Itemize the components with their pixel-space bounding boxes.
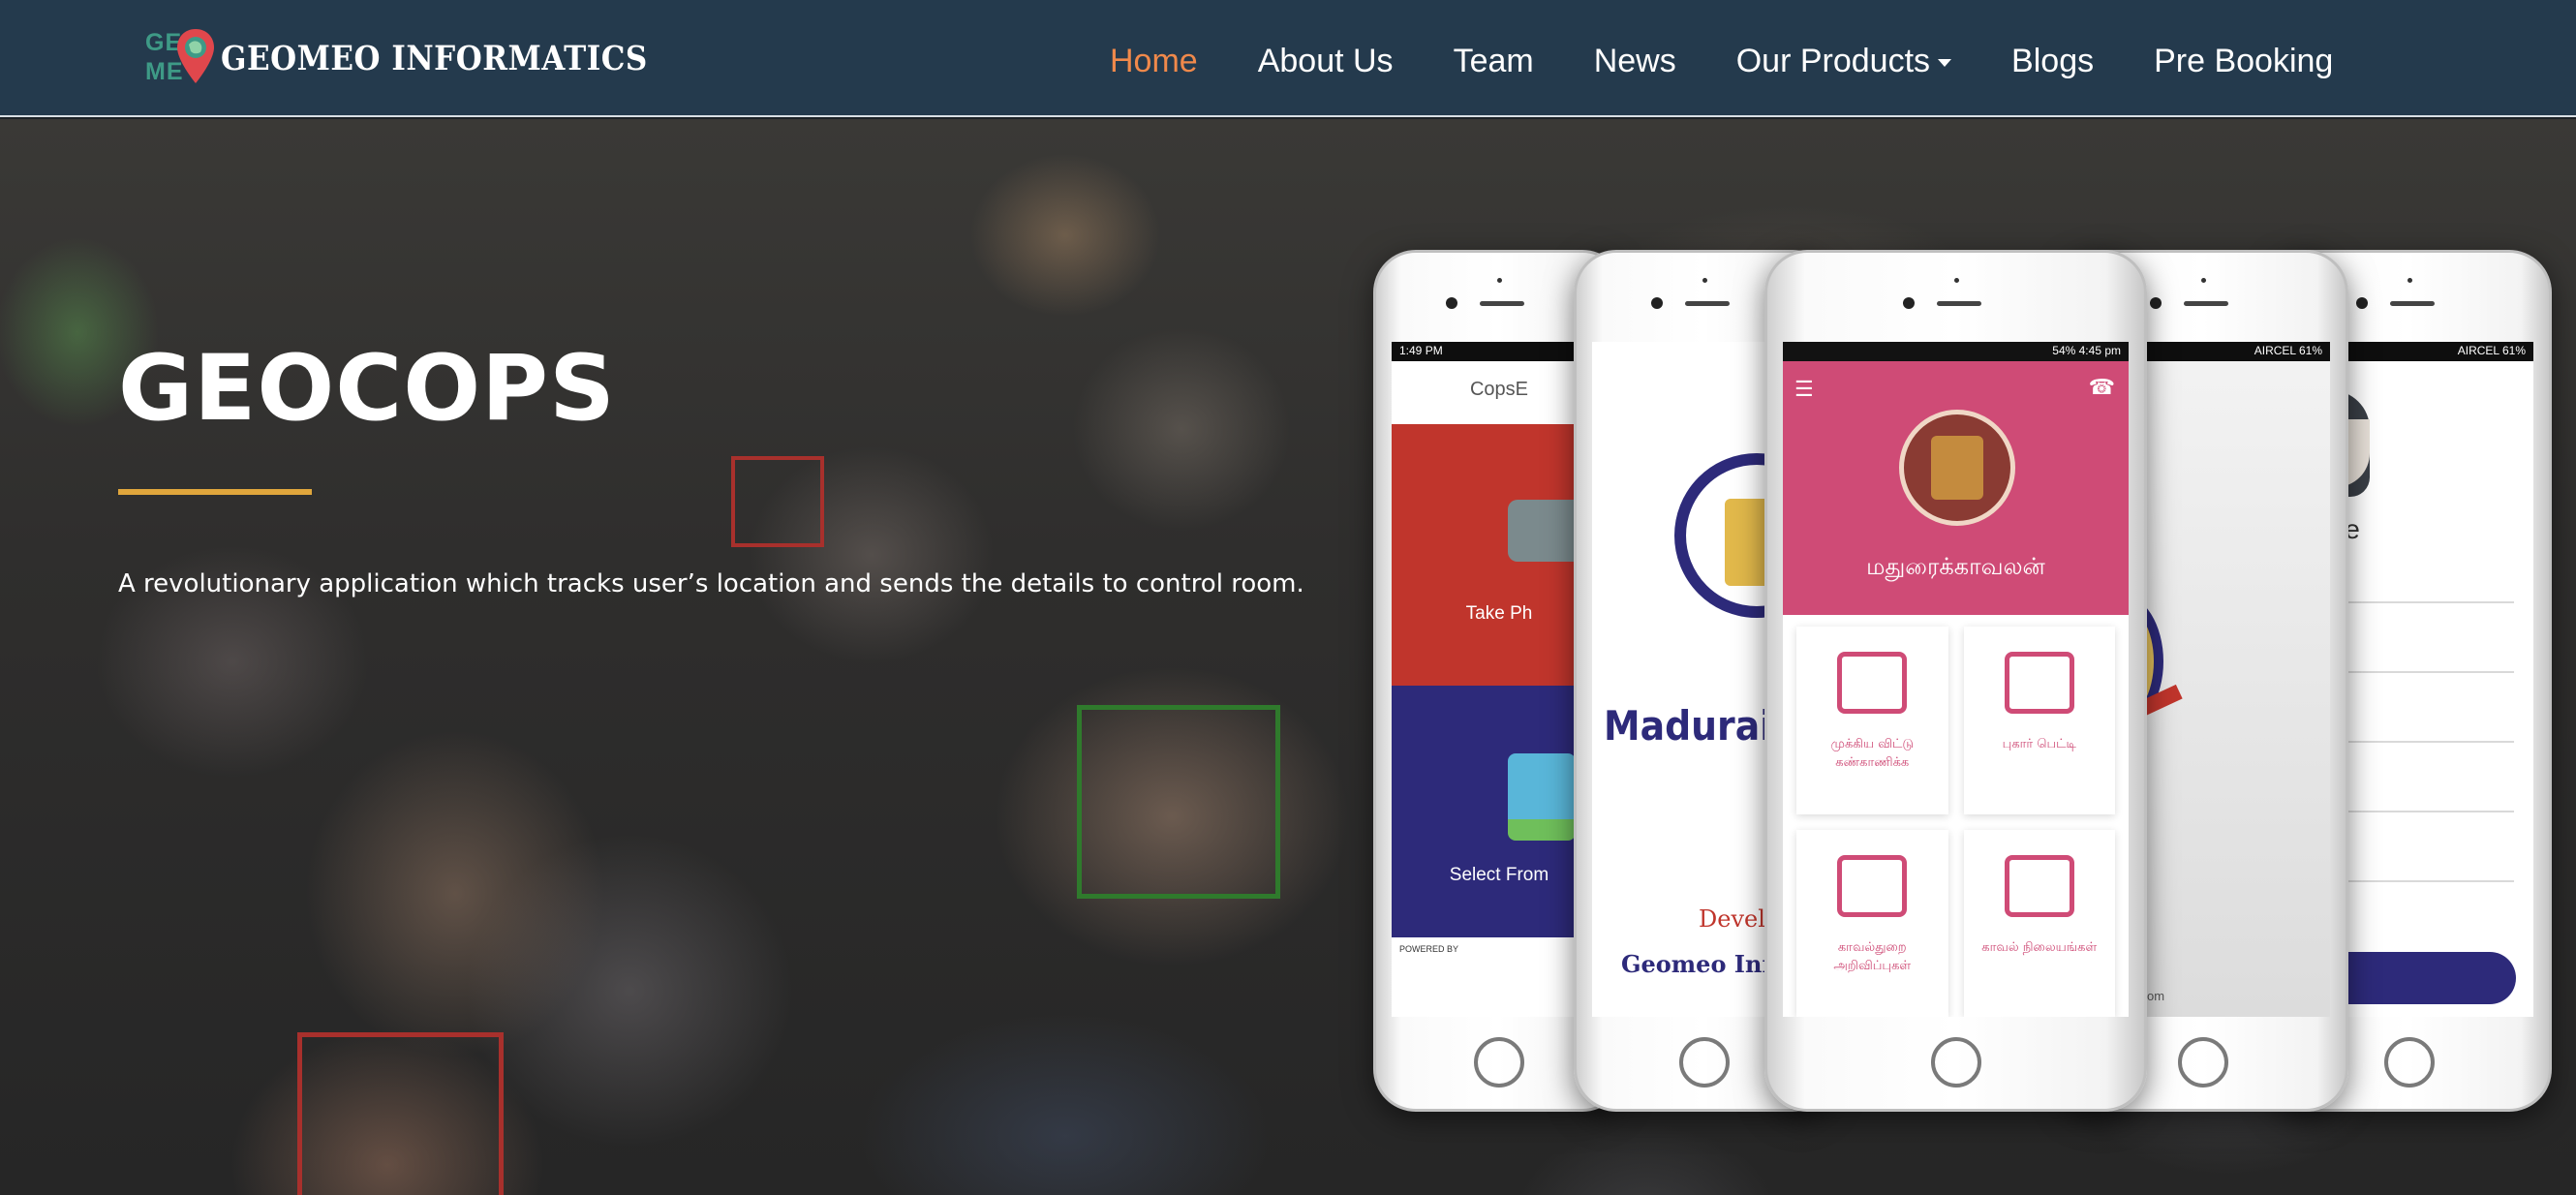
status-text: AIRCEL 61%	[2254, 344, 2322, 357]
phone-camera	[1446, 297, 1457, 309]
phone-home-button	[2178, 1037, 2228, 1088]
powered-by-label: POWERED BY	[1399, 944, 1459, 954]
app-title-tamil: மதுரைக்காவலன்	[1866, 553, 2045, 580]
phone-home-button	[2383, 1037, 2435, 1088]
badge-emblem	[1931, 436, 1983, 500]
nav-blogs[interactable]: Blogs	[2011, 43, 2094, 80]
house-lock-icon	[1837, 652, 1908, 714]
phone-screen: 54% 4:45 pm ☰ ☎ மதுரைக்காவலன் முக்கிய வி…	[1783, 342, 2129, 1017]
hero-section: GEOCOPS A revolutionary application whic…	[0, 119, 2576, 1195]
status-text: 54% 4:45 pm	[2052, 344, 2121, 357]
phone-home-button	[1930, 1037, 1981, 1088]
face-detection-box	[731, 456, 824, 547]
phone-call-icon: ☎	[2088, 375, 2115, 399]
feature-grid: முக்கிய விட்டு கண்காணிக்க புகார் பெட்டி …	[1796, 627, 2115, 1017]
phone-speaker	[1936, 301, 1981, 306]
phone-speaker	[1685, 301, 1730, 306]
caret-down-icon	[1938, 59, 1952, 67]
police-badge-image	[1899, 410, 2015, 526]
phone-mockup-front: 54% 4:45 pm ☰ ☎ மதுரைக்காவலன் முக்கிய வி…	[1764, 250, 2147, 1112]
hero-title: GEOCOPS	[118, 336, 616, 442]
feature-label: முக்கிய விட்டு கண்காணிக்க	[1830, 737, 1914, 770]
phone-camera	[2150, 297, 2162, 309]
phone-sensor	[2201, 278, 2206, 283]
nav-about-us[interactable]: About Us	[1258, 43, 1394, 80]
nav-news[interactable]: News	[1594, 43, 1676, 80]
brand-logo-link[interactable]: GE ME GEOMEO INFORMATICS	[145, 25, 648, 93]
phone-sensor	[1497, 278, 1502, 283]
face-detection-box-matched	[1077, 705, 1280, 899]
feature-card: முக்கிய விட்டு கண்காணிக்க	[1796, 627, 1948, 814]
complaint-box-icon	[2004, 652, 2074, 714]
status-bar: 54% 4:45 pm	[1783, 342, 2129, 361]
feature-card: புகார் பெட்டி	[1963, 627, 2115, 814]
feature-label: காவல் நிலையங்கள்	[1981, 939, 2098, 955]
phone-camera	[1902, 297, 1915, 309]
announcement-icon	[1837, 854, 1908, 917]
phone-sensor	[1702, 278, 1707, 283]
map-pin-icon	[177, 29, 214, 83]
phone-speaker	[1480, 301, 1524, 306]
nav-our-products-label: Our Products	[1735, 42, 1931, 79]
feature-label: புகார் பெட்டி	[2002, 737, 2076, 751]
feature-card: காவல்துறை அறிவிப்புகள்	[1796, 829, 1948, 1017]
nav-team[interactable]: Team	[1454, 43, 1534, 80]
hamburger-menu-icon: ☰	[1794, 377, 1814, 401]
phone-home-button	[1679, 1037, 1730, 1088]
phone-camera	[1651, 297, 1663, 309]
top-navbar: GE ME GEOMEO INFORMATICS Home About Us T…	[0, 0, 2576, 117]
status-time: 1:49 PM	[1399, 344, 1443, 357]
nav-our-products-dropdown[interactable]: Our Products	[1735, 42, 1952, 80]
hero-accent-rule	[118, 489, 312, 495]
feature-card: காவல் நிலையங்கள்	[1963, 829, 2115, 1017]
phone-speaker	[2184, 301, 2228, 306]
nav-home[interactable]: Home	[1110, 43, 1198, 80]
hero-description: A revolutionary application which tracks…	[118, 569, 1304, 598]
app-header: ☰ ☎ மதுரைக்காவலன்	[1783, 361, 2129, 615]
phone-home-button	[1474, 1037, 1524, 1088]
feature-label: காவல்துறை அறிவிப்புகள்	[1833, 939, 1912, 973]
nav-pre-booking[interactable]: Pre Booking	[2154, 43, 2333, 80]
logo-mark: GE ME	[145, 25, 225, 93]
status-text: AIRCEL 61%	[2457, 344, 2526, 357]
phone-camera	[2355, 297, 2368, 309]
main-nav: Home About Us Team News Our Products Blo…	[1110, 37, 2333, 85]
police-station-icon	[2004, 854, 2074, 917]
face-detection-box	[297, 1032, 504, 1195]
phone-speaker	[2389, 301, 2435, 306]
app-phone-mockups: 1:49 PM CopsE Take Ph Select From POWERE…	[1365, 250, 2557, 1121]
brand-name: GEOMEO INFORMATICS	[221, 39, 648, 79]
phone-sensor	[2407, 278, 2412, 283]
image-icon	[1508, 753, 1576, 841]
phone-sensor	[1953, 278, 1959, 283]
